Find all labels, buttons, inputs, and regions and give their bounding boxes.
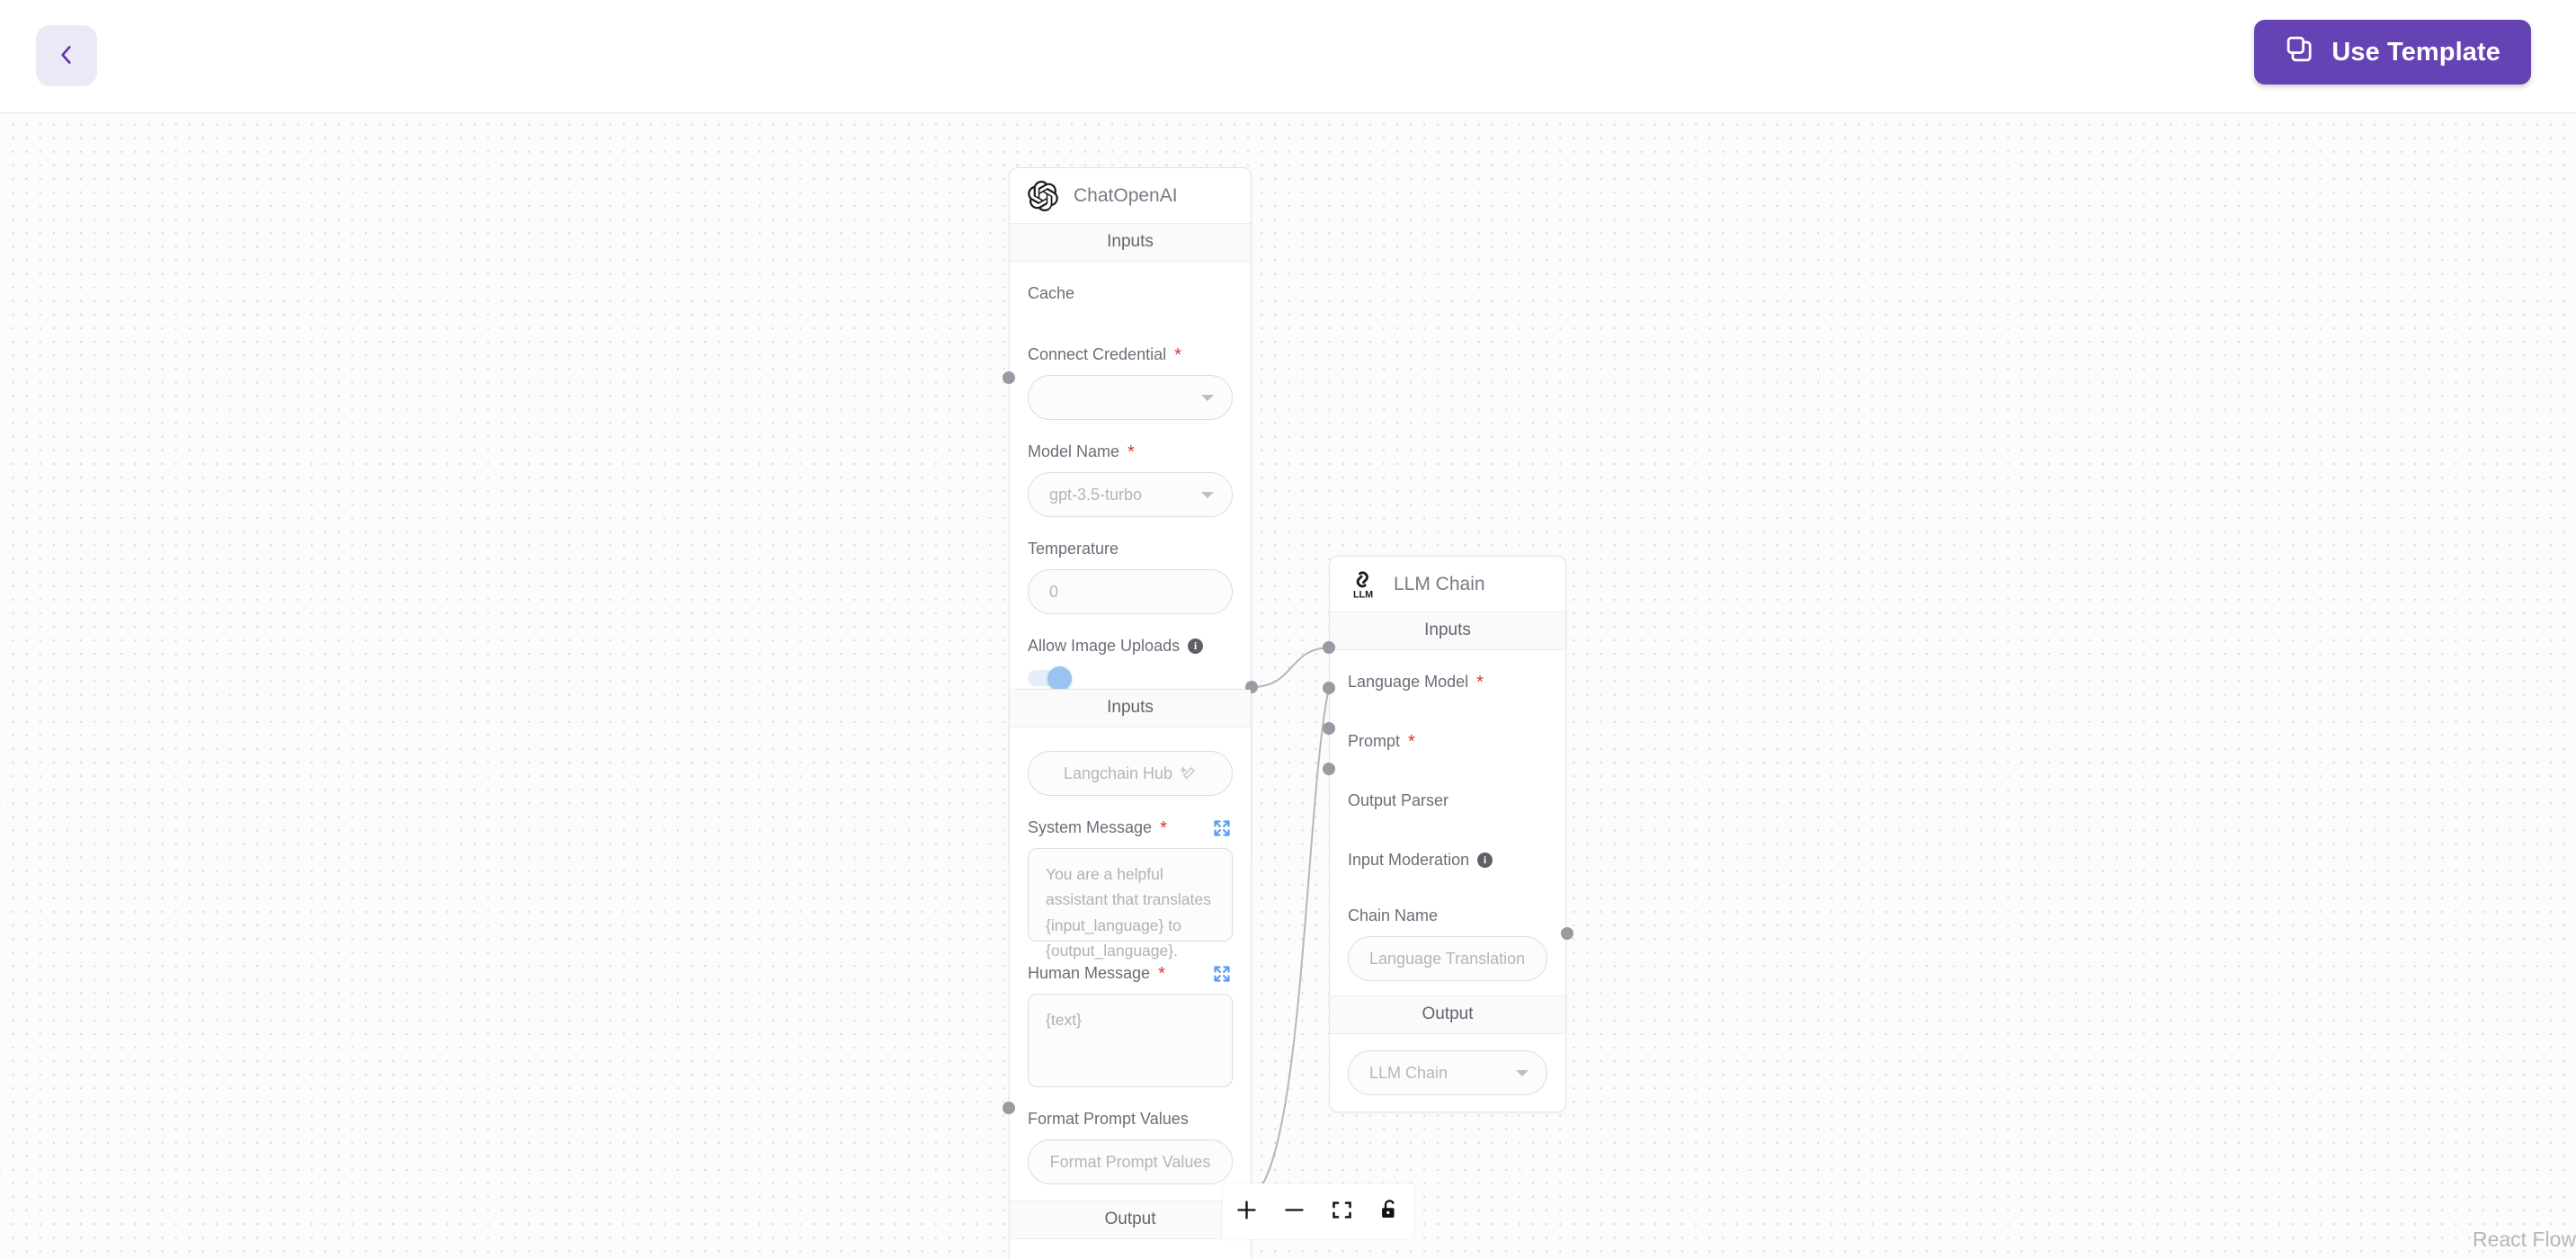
temperature-value: 0: [1049, 582, 1059, 601]
chevron-left-icon: [55, 43, 78, 69]
required-asterisk: *: [1476, 672, 1484, 692]
format-prompt-values-label: Format Prompt Values: [1028, 1110, 1189, 1128]
llm-chain-output-value: LLM Chain: [1369, 1063, 1448, 1082]
field-label-system-message: System Message *: [1028, 796, 1233, 837]
field-label-prompt: Prompt *: [1348, 710, 1547, 751]
field-label-language-model: Language Model *: [1348, 650, 1547, 692]
input-moderation-label: Input Moderation: [1348, 851, 1470, 869]
chevron-down-icon: [1201, 492, 1214, 498]
expand-icon[interactable]: [1213, 965, 1231, 983]
field-label-connect-credential: Connect Credential *: [1028, 323, 1233, 364]
lock-button[interactable]: [1366, 1183, 1413, 1239]
prompt-label: Prompt: [1348, 732, 1401, 750]
model-name-select[interactable]: gpt-3.5-turbo: [1028, 472, 1233, 517]
langchain-hub-button[interactable]: Langchain Hub: [1028, 751, 1233, 796]
output-section-header: Output: [1010, 1201, 1251, 1239]
handle-llmchain-output-parser[interactable]: [1323, 722, 1335, 735]
edge-chatopenai-to-llmchain: [1251, 647, 1330, 688]
model-name-value: gpt-3.5-turbo: [1049, 485, 1143, 504]
output-section-header: Output: [1330, 996, 1565, 1034]
use-template-label: Use Template: [2331, 37, 2500, 67]
toggle-knob: [1047, 666, 1072, 691]
chevron-down-icon: [1516, 1070, 1529, 1076]
required-asterisk: *: [1408, 731, 1415, 752]
handle-llmchain-input-moderation[interactable]: [1323, 763, 1335, 775]
field-label-chain-name: Chain Name: [1348, 884, 1547, 925]
format-prompt-values-input[interactable]: Format Prompt Values: [1028, 1139, 1233, 1184]
chevron-down-icon: [1201, 395, 1214, 401]
field-label-output-parser: Output Parser: [1348, 769, 1547, 810]
edge-prompttemplate-to-llmchain: [1251, 687, 1330, 1198]
field-label-temperature: Temperature: [1028, 517, 1233, 558]
flow-canvas[interactable]: ChatOpenAI Inputs Cache Connect Credenti…: [0, 113, 2576, 1259]
zoom-in-button[interactable]: [1223, 1183, 1270, 1239]
top-bar: Use Template: [0, 0, 2576, 113]
handle-llmchain-output[interactable]: [1561, 927, 1573, 940]
required-asterisk: *: [1158, 963, 1165, 984]
inputs-section-header: Inputs: [1010, 223, 1251, 262]
human-message-label: Human Message: [1028, 964, 1151, 982]
field-label-allow-image-uploads: Allow Image Uploads i: [1028, 614, 1233, 656]
node-title: LLM Chain: [1394, 574, 1485, 594]
fit-view-icon: [1330, 1198, 1354, 1225]
system-message-label: System Message: [1028, 818, 1153, 836]
field-label-model-name: Model Name *: [1028, 420, 1233, 461]
node-header: LLM LLM Chain: [1330, 557, 1565, 612]
use-template-button[interactable]: Use Template: [2254, 20, 2531, 85]
connect-credential-label: Connect Credential: [1028, 345, 1167, 363]
inputs-section-header: Inputs: [1010, 690, 1251, 728]
output-prompttemplate-label: ChatPromptTemplate: [1010, 1239, 1251, 1259]
field-label-cache: Cache: [1028, 262, 1233, 303]
temperature-label: Temperature: [1028, 540, 1119, 558]
llm-chain-icon: LLM: [1348, 569, 1378, 600]
allow-image-uploads-toggle[interactable]: [1028, 666, 1074, 691]
temperature-input[interactable]: 0: [1028, 569, 1233, 614]
handle-llmchain-prompt[interactable]: [1323, 682, 1335, 694]
unlock-icon: [1377, 1198, 1402, 1225]
output-parser-label: Output Parser: [1348, 791, 1449, 809]
required-asterisk: *: [1160, 817, 1167, 838]
react-flow-attribution[interactable]: React Flow: [2473, 1228, 2576, 1252]
info-icon[interactable]: i: [1188, 638, 1204, 654]
chain-name-label: Chain Name: [1348, 906, 1439, 924]
llm-chain-output-select[interactable]: LLM Chain: [1348, 1050, 1547, 1095]
handle-llmchain-language-model[interactable]: [1323, 641, 1335, 654]
magic-wand-icon: [1181, 765, 1197, 781]
language-model-label: Language Model: [1348, 673, 1469, 691]
handle-chatopenai-cache[interactable]: [1003, 371, 1015, 384]
field-label-format-prompt-values: Format Prompt Values: [1028, 1087, 1233, 1129]
handle-prompttemplate-format-values[interactable]: [1003, 1102, 1015, 1114]
required-asterisk: *: [1128, 442, 1135, 462]
chain-name-input[interactable]: Language Translation: [1348, 936, 1547, 981]
plus-icon: [1235, 1198, 1259, 1225]
system-message-textarea[interactable]: You are a helpful assistant that transla…: [1028, 848, 1233, 960]
field-label-input-moderation: Input Moderation i: [1348, 828, 1547, 870]
inputs-section-header: Inputs: [1330, 612, 1565, 650]
node-title: ChatOpenAI: [1074, 185, 1178, 206]
back-button[interactable]: [36, 25, 97, 86]
human-message-textarea[interactable]: {text}: [1028, 994, 1233, 1087]
allow-image-uploads-label: Allow Image Uploads: [1028, 637, 1181, 655]
node-llm-chain[interactable]: LLM LLM Chain Inputs Language Model * Pr…: [1329, 556, 1566, 1112]
cache-label: Cache: [1028, 284, 1075, 302]
model-name-label: Model Name: [1028, 442, 1120, 460]
node-chat-prompt-template[interactable]: Inputs Langchain Hub System Message * Yo…: [1009, 689, 1252, 1259]
openai-logo-icon: [1028, 181, 1058, 211]
canvas-controls[interactable]: [1223, 1183, 1413, 1239]
connect-credential-select[interactable]: [1028, 375, 1233, 420]
zoom-out-button[interactable]: [1270, 1183, 1318, 1239]
svg-text:LLM: LLM: [1353, 590, 1373, 600]
required-asterisk: *: [1174, 344, 1181, 365]
langchain-hub-label: Langchain Hub: [1063, 763, 1173, 782]
minus-icon: [1282, 1198, 1306, 1225]
node-header: ChatOpenAI: [1010, 168, 1251, 223]
info-icon[interactable]: i: [1477, 853, 1493, 868]
expand-icon[interactable]: [1213, 819, 1231, 837]
fit-view-button[interactable]: [1318, 1183, 1366, 1239]
edge-layer: [1251, 647, 1569, 1198]
copy-icon: [2285, 34, 2314, 71]
